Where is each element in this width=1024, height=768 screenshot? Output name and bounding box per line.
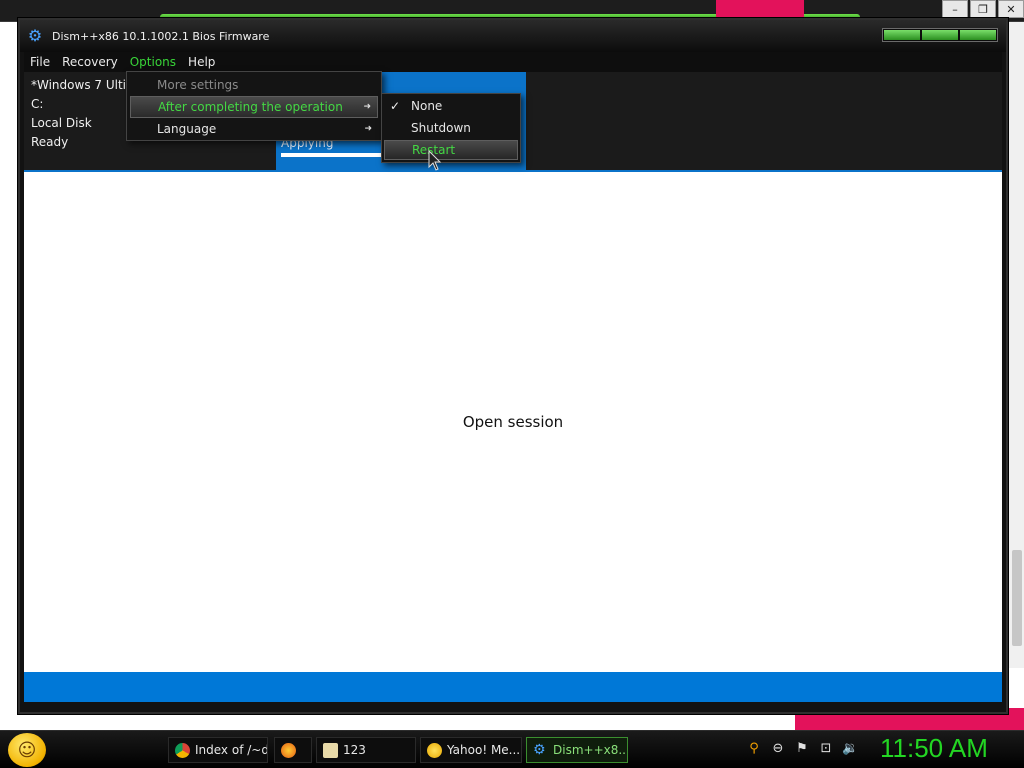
taskbar-item-chrome[interactable]: Index of /~d... (168, 737, 268, 763)
window-title: Dism++x86 10.1.1002.1 Bios Firmware (52, 29, 270, 43)
maximize-button[interactable] (922, 30, 958, 40)
session-disk-label: Local Disk (31, 116, 92, 130)
background-window-controls: – ❐ ✕ (940, 0, 1024, 20)
menu-help[interactable]: Help (182, 52, 221, 72)
system-tray: ⚲ ⊖ ⚑ ⊡ 🔉 (746, 741, 858, 756)
menu-item-more-settings[interactable]: More settings (130, 74, 378, 96)
taskbar-item-firefox[interactable] (274, 737, 312, 763)
window-controls[interactable] (882, 28, 998, 42)
taskbar: ☺ Index of /~d... 123 Yahoo! Me... ⚙ Dis… (0, 730, 1024, 768)
folder-icon (323, 742, 338, 758)
mouse-cursor-icon (428, 150, 442, 171)
network-icon[interactable]: ⊡ (818, 741, 834, 756)
submenu-item-none[interactable]: ✓ None (384, 96, 518, 116)
session-status: Ready (31, 135, 69, 149)
menu-item-label: After completing the operation (158, 100, 343, 114)
menu-item-after-operation[interactable]: After completing the operation ➜ (130, 96, 378, 118)
submenu-arrow-icon: ➜ (363, 102, 371, 112)
flag-icon[interactable]: ⚑ (794, 741, 810, 756)
taskbar-item-label: Dism++x8... (553, 743, 628, 757)
minus-circle-icon[interactable]: ⊖ (770, 741, 786, 756)
volume-icon[interactable]: 🔉 (842, 741, 858, 756)
open-session-text: Open session (462, 413, 564, 431)
minimize-icon[interactable]: – (942, 0, 968, 18)
chrome-icon (175, 742, 190, 758)
after-operation-submenu: ✓ None Shutdown Restart (381, 93, 521, 163)
check-icon: ✓ (390, 99, 401, 113)
submenu-item-shutdown[interactable]: Shutdown (384, 118, 518, 138)
title-bar[interactable]: ⚙ Dism++x86 10.1.1002.1 Bios Firmware (20, 20, 1006, 52)
menu-file[interactable]: File (24, 52, 56, 72)
start-button[interactable]: ☺ (8, 733, 46, 767)
submenu-item-label: None (411, 99, 443, 113)
session-drive: C: (31, 97, 44, 111)
taskbar-item-dism[interactable]: ⚙ Dism++x8... (526, 737, 628, 763)
submenu-item-label: Shutdown (411, 121, 471, 135)
smiley-icon: ☺ (17, 739, 37, 761)
status-bar (24, 672, 1002, 702)
search-icon[interactable]: ⚲ (746, 741, 762, 756)
yahoo-messenger-icon (427, 742, 442, 758)
scrollbar-thumb[interactable] (1012, 550, 1022, 646)
main-content: Open session (24, 170, 1002, 672)
firefox-icon (281, 742, 296, 758)
dism-gear-icon: ⚙ (533, 741, 546, 758)
menu-item-label: Language (157, 122, 217, 136)
options-dropdown: More settings After completing the opera… (126, 71, 382, 141)
menu-item-language[interactable]: Language ➜ (130, 118, 378, 140)
menu-recovery[interactable]: Recovery (56, 52, 124, 72)
taskbar-item-label: 123 (343, 743, 366, 757)
taskbar-item-yahoo[interactable]: Yahoo! Me... (420, 737, 522, 763)
submenu-arrow-icon: ➜ (364, 124, 372, 134)
close-button[interactable] (960, 30, 996, 40)
menu-bar: File Recovery Options Help (24, 52, 1002, 72)
background-scrollbar[interactable] (1008, 22, 1024, 668)
taskbar-clock[interactable]: 11:50 AM (880, 733, 988, 764)
dism-gear-icon: ⚙ (27, 26, 43, 45)
taskbar-item-label: Yahoo! Me... (447, 743, 521, 757)
taskbar-item-label: Index of /~d... (195, 743, 268, 757)
close-icon[interactable]: ✕ (998, 0, 1024, 18)
submenu-item-restart[interactable]: Restart (384, 140, 518, 160)
restore-icon[interactable]: ❐ (970, 0, 996, 18)
taskbar-item-folder[interactable]: 123 (316, 737, 416, 763)
menu-options[interactable]: Options (124, 52, 182, 72)
minimize-button[interactable] (884, 30, 920, 40)
menu-item-label: More settings (157, 78, 239, 92)
